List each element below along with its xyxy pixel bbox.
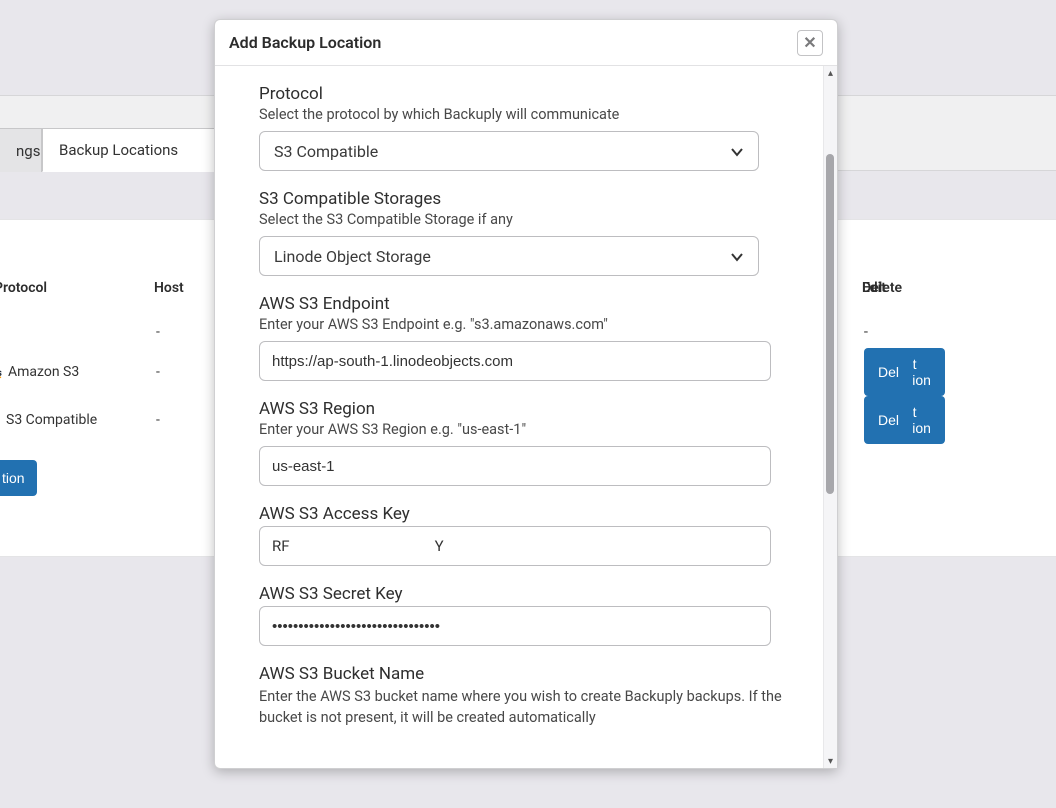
- cell-delete: Del: [864, 404, 984, 436]
- aws-icon: aws: [0, 365, 2, 379]
- field-label: AWS S3 Secret Key: [259, 584, 783, 604]
- close-button[interactable]: ✕: [797, 30, 823, 56]
- field-help: Select the protocol by which Backuply wi…: [259, 106, 783, 123]
- add-location-wrap: tion: [0, 460, 37, 496]
- scroll-down-button[interactable]: ▾: [824, 754, 837, 768]
- select-value: Linode Object Storage: [274, 247, 431, 266]
- delete-location-button[interactable]: Del: [864, 404, 913, 436]
- modal-title: Add Backup Location: [229, 33, 381, 52]
- protocol-select[interactable]: S3 Compatible: [259, 131, 759, 171]
- field-help: Select the S3 Compatible Storage if any: [259, 211, 783, 228]
- scroll-thumb[interactable]: [826, 154, 834, 494]
- add-location-button[interactable]: tion: [0, 460, 37, 496]
- scroll-up-button[interactable]: ▴: [824, 66, 837, 80]
- field-label: S3 Compatible Storages: [259, 189, 783, 209]
- field-label: Protocol: [259, 84, 783, 104]
- field-storages: S3 Compatible Storages Select the S3 Com…: [259, 189, 783, 276]
- scrollbar[interactable]: ▴ ▾: [823, 66, 837, 768]
- close-icon: ✕: [803, 33, 816, 52]
- cell-protocol: aws Amazon S3: [0, 364, 144, 380]
- access-key-input[interactable]: [259, 526, 771, 566]
- tab-backup-locations[interactable]: Backup Locations: [42, 128, 217, 172]
- cell-delete-text: -: [864, 324, 984, 340]
- field-label: AWS S3 Region: [259, 399, 783, 419]
- modal-body-wrap: Protocol Select the protocol by which Ba…: [215, 66, 837, 768]
- field-secret-key: AWS S3 Secret Key: [259, 584, 783, 646]
- chevron-down-icon: ▾: [828, 756, 833, 767]
- cell-protocol-label: S3 Compatible: [6, 412, 97, 428]
- tab-settings-partial[interactable]: ngs: [0, 128, 42, 172]
- chevron-up-icon: ▴: [828, 68, 833, 79]
- region-input[interactable]: [259, 446, 771, 486]
- col-header-delete: Delete: [862, 280, 982, 296]
- field-label: AWS S3 Access Key: [259, 504, 783, 524]
- storages-select[interactable]: Linode Object Storage: [259, 236, 759, 276]
- field-endpoint: AWS S3 Endpoint Enter your AWS S3 Endpoi…: [259, 294, 783, 381]
- col-header-protocol: Protocol: [0, 280, 154, 296]
- cell-delete: Del: [864, 356, 984, 388]
- chevron-down-icon: [730, 144, 744, 158]
- delete-location-button[interactable]: Del: [864, 356, 913, 388]
- field-label: AWS S3 Bucket Name: [259, 664, 783, 684]
- secret-key-input[interactable]: [259, 606, 771, 646]
- cell-protocol: S3 Compatible: [0, 412, 146, 428]
- chevron-down-icon: [730, 249, 744, 263]
- field-access-key: AWS S3 Access Key: [259, 504, 783, 566]
- tab-label: ngs: [16, 142, 40, 160]
- tab-label: Backup Locations: [59, 141, 178, 159]
- cell-protocol-label: Amazon S3: [8, 364, 79, 380]
- field-help: Enter your AWS S3 Region e.g. "us-east-1…: [259, 421, 783, 438]
- field-label: AWS S3 Endpoint: [259, 294, 783, 314]
- page-root: ngs Backup Locations Protocol Host Edit …: [0, 0, 1056, 808]
- modal-header: Add Backup Location ✕: [215, 20, 837, 66]
- field-help: Enter your AWS S3 Endpoint e.g. "s3.amaz…: [259, 316, 783, 333]
- endpoint-input[interactable]: [259, 341, 771, 381]
- select-value: S3 Compatible: [274, 142, 378, 161]
- add-backup-location-modal: Add Backup Location ✕ Protocol Select th…: [214, 19, 838, 769]
- field-protocol: Protocol Select the protocol by which Ba…: [259, 84, 783, 171]
- field-help: Enter the AWS S3 bucket name where you w…: [259, 686, 783, 728]
- modal-body: Protocol Select the protocol by which Ba…: [215, 66, 823, 768]
- field-bucket: AWS S3 Bucket Name Enter the AWS S3 buck…: [259, 664, 783, 728]
- field-region: AWS S3 Region Enter your AWS S3 Region e…: [259, 399, 783, 486]
